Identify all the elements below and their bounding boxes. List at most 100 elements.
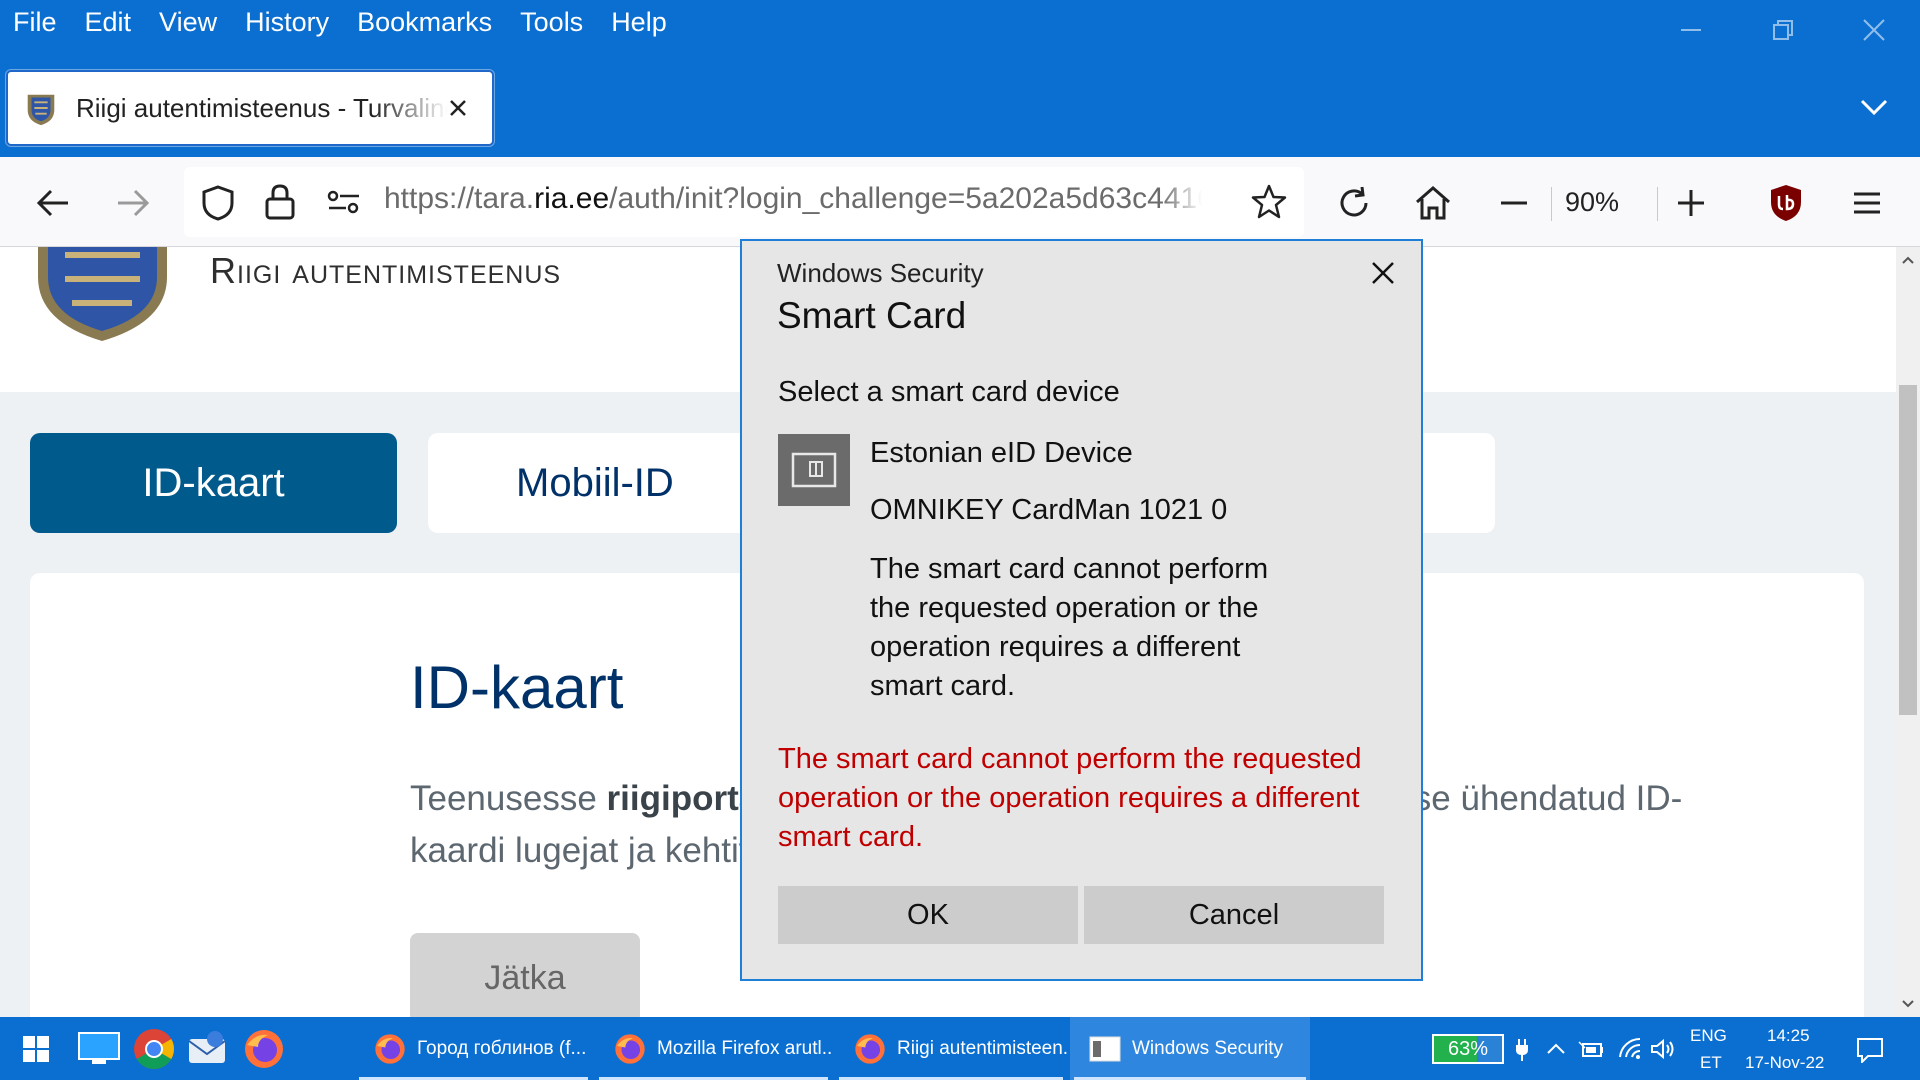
scroll-down-icon[interactable] [1901, 999, 1915, 1009]
taskbar-firefox[interactable] [240, 1025, 288, 1073]
home-icon [1416, 186, 1450, 220]
ok-button[interactable]: OK [778, 886, 1078, 944]
battery-indicator[interactable]: 63% [1432, 1034, 1504, 1064]
coat-of-arms-logo [38, 247, 167, 341]
url-text[interactable]: https://tara.ria.ee/auth/init?login_chal… [384, 182, 1202, 216]
chevron-up-icon[interactable] [1545, 1041, 1567, 1057]
volume-icon[interactable] [1650, 1038, 1676, 1060]
cancel-button[interactable]: Cancel [1084, 886, 1384, 944]
content-text-start: Teenusesse [410, 779, 607, 818]
clock-date[interactable]: 17-Nov-22 [1745, 1053, 1824, 1073]
lock-icon[interactable] [264, 183, 296, 221]
menu-file[interactable]: File [0, 0, 71, 44]
arrow-right-icon [118, 189, 150, 217]
forward-button[interactable] [109, 179, 157, 227]
close-icon [1863, 19, 1885, 41]
taskbar-window-1[interactable]: Город гоблинов (f... [355, 1017, 592, 1080]
restore-icon [1773, 20, 1793, 40]
dialog-prompt: Select a smart card device [778, 376, 1120, 408]
menu-history[interactable]: History [231, 0, 343, 44]
windows-logo-icon [23, 1036, 49, 1062]
ublock-button[interactable] [1762, 179, 1810, 227]
taskbar-mail[interactable] [183, 1025, 231, 1073]
zoom-level[interactable]: 90% [1565, 187, 1619, 218]
url-path: /auth/init?login_challenge=5a202a5d63c44… [609, 182, 1202, 215]
coat-of-arms-icon [27, 94, 55, 126]
taskbar-window-label: Город гоблинов (f... [417, 1037, 587, 1059]
scrollbar-thumb[interactable] [1899, 385, 1917, 715]
windows-security-icon [1089, 1036, 1121, 1061]
continue-button[interactable]: Jätka [410, 933, 640, 1017]
page-scrollbar[interactable] [1896, 247, 1920, 1017]
browser-tab[interactable]: Riigi autentimisteenus - Turvaline auten… [6, 70, 494, 146]
scroll-up-icon[interactable] [1901, 255, 1915, 265]
tab-title: Riigi autentimisteenus - Turvaline auten… [76, 92, 448, 123]
smart-card-dialog: Windows Security Smart Card Select a sma… [740, 239, 1423, 981]
shield-icon[interactable] [200, 184, 236, 222]
monitor-icon [78, 1032, 120, 1064]
device-status: The smart card cannot perform the reques… [870, 553, 1269, 702]
address-bar[interactable]: https://tara.ria.ee/auth/init?login_chal… [184, 167, 1304, 237]
url-scheme: https://tara. [384, 182, 535, 215]
menu-bar: File Edit View History Bookmarks Tools H… [0, 0, 681, 44]
menu-help[interactable]: Help [597, 0, 681, 44]
reload-button[interactable] [1330, 179, 1378, 227]
clock-time[interactable]: 14:25 [1767, 1026, 1810, 1046]
firefox-icon [245, 1030, 283, 1068]
url-domain: ria.ee [534, 182, 610, 215]
separator [1551, 187, 1552, 221]
dialog-close-icon[interactable] [1363, 253, 1403, 293]
minus-icon [1501, 201, 1527, 205]
browser-titlebar: File Edit View History Bookmarks Tools H… [0, 0, 1920, 157]
star-icon[interactable] [1250, 183, 1288, 221]
restore-button[interactable] [1737, 0, 1829, 60]
wifi-icon[interactable] [1617, 1037, 1643, 1061]
taskbar-window-4[interactable]: Windows Security [1070, 1017, 1310, 1080]
device-name[interactable]: Estonian eID Device [870, 437, 1133, 470]
tab-id-kaart[interactable]: ID-kaart [30, 433, 397, 533]
taskbar-window-label: Windows Security [1132, 1037, 1283, 1059]
home-button[interactable] [1409, 179, 1457, 227]
minimize-button[interactable] [1645, 0, 1737, 60]
taskbar-window-label: Mozilla Firefox arutl... [657, 1037, 832, 1059]
menu-tools[interactable]: Tools [506, 0, 597, 44]
zoom-in-button[interactable] [1667, 179, 1715, 227]
taskbar-window-label: Riigi autentimisteen... [897, 1037, 1067, 1059]
taskbar-window-3[interactable]: Riigi autentimisteen... [835, 1017, 1067, 1080]
start-button[interactable] [12, 1025, 60, 1073]
battery-tray-icon[interactable] [1578, 1039, 1604, 1059]
app-menu-button[interactable] [1843, 179, 1891, 227]
back-button[interactable] [29, 179, 77, 227]
content-title: ID-kaart [410, 654, 624, 721]
firefox-icon [375, 1033, 405, 1064]
menu-view[interactable]: View [145, 0, 231, 44]
firefox-icon [855, 1033, 885, 1064]
permissions-icon[interactable] [326, 187, 362, 217]
language-code[interactable]: ENG [1690, 1026, 1727, 1046]
hamburger-menu-icon [1854, 192, 1880, 214]
plug-icon[interactable] [1514, 1038, 1530, 1062]
taskbar-chrome[interactable] [130, 1025, 178, 1073]
zoom-out-button[interactable] [1490, 179, 1538, 227]
site-title: Riigi autentimisteenus [210, 250, 562, 291]
arrow-left-icon [36, 189, 68, 217]
window-close-button[interactable] [1828, 0, 1920, 60]
reload-icon [1340, 186, 1368, 217]
plus-icon [1678, 190, 1704, 216]
taskbar-desktop-app[interactable] [75, 1025, 123, 1073]
error-message: The smart card cannot perform the reques… [778, 743, 1362, 853]
smart-card-icon[interactable] [778, 434, 850, 506]
menu-edit[interactable]: Edit [71, 0, 146, 44]
menu-bookmarks[interactable]: Bookmarks [343, 0, 506, 44]
dialog-app-name: Windows Security [777, 258, 984, 288]
card-reader-icon [791, 452, 837, 488]
notification-icon[interactable] [1856, 1037, 1884, 1063]
mail-icon [188, 1031, 226, 1063]
taskbar-window-2[interactable]: Mozilla Firefox arutl... [595, 1017, 832, 1080]
chevron-down-icon[interactable] [1856, 92, 1892, 122]
ublock-shield-icon [1771, 185, 1801, 221]
battery-percent: 63% [1447, 1038, 1489, 1060]
tab-close-icon[interactable] [442, 92, 474, 124]
keyboard-layout[interactable]: ET [1700, 1053, 1722, 1073]
chrome-icon [134, 1029, 174, 1069]
